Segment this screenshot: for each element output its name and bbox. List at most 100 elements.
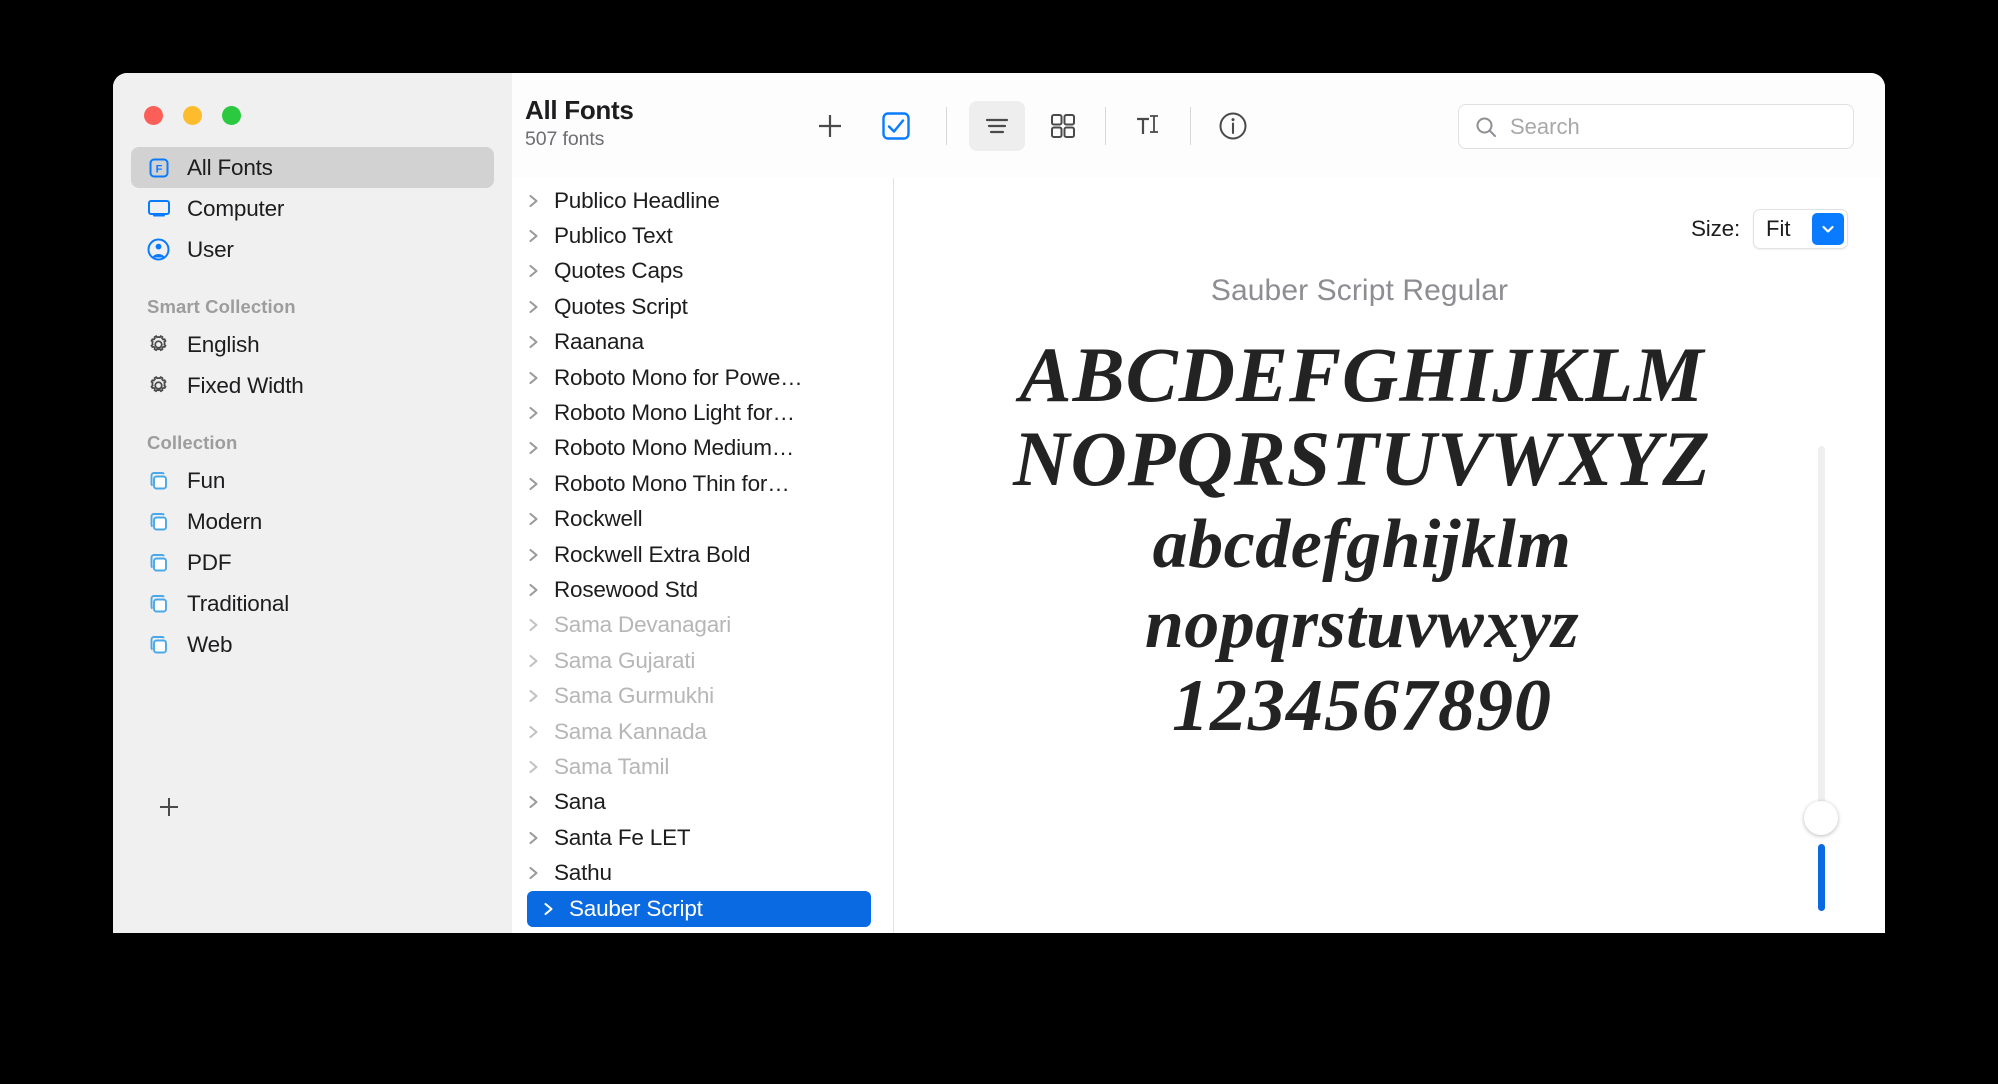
font-family-name: Rosewood Std	[554, 577, 698, 603]
font-list-row[interactable]: Sama Tamil	[512, 749, 893, 784]
sample-view-button[interactable]	[969, 101, 1025, 151]
validate-font-button[interactable]	[868, 101, 924, 151]
specimen-lowercase-line-1: abcdefghijklm	[894, 507, 1830, 583]
sidebar-item-pdf[interactable]: PDF	[131, 542, 494, 583]
collection-icon	[145, 549, 172, 576]
chevron-down-icon[interactable]	[1812, 213, 1844, 245]
plus-icon	[155, 793, 183, 821]
font-family-name: Roboto Mono Light for…	[554, 400, 795, 426]
size-control: Size: Fit	[1691, 209, 1848, 249]
font-list-row[interactable]: Roboto Mono Medium…	[512, 431, 893, 466]
custom-text-button[interactable]	[1120, 101, 1176, 151]
font-family-name: Publico Headline	[554, 188, 720, 214]
chevron-right-icon[interactable]	[527, 652, 541, 670]
sidebar-item-user[interactable]: User	[131, 229, 494, 270]
sidebar-item-computer[interactable]: Computer	[131, 188, 494, 229]
chevron-right-icon[interactable]	[527, 829, 541, 847]
size-dropdown[interactable]: Fit	[1753, 209, 1848, 249]
chevron-right-icon[interactable]	[527, 298, 541, 316]
main-area: All Fonts 507 fonts	[512, 73, 1885, 933]
sidebar-item-web[interactable]: Web	[131, 624, 494, 665]
chevron-right-icon[interactable]	[527, 510, 541, 528]
font-family-name: Sauber Script	[569, 896, 703, 922]
slider-knob[interactable]	[1804, 801, 1838, 835]
info-button[interactable]	[1205, 101, 1261, 151]
font-list-row[interactable]: Sama Devanagari	[512, 608, 893, 643]
font-list[interactable]: Publico Headline Publico Text Quotes Caps Q…	[512, 178, 894, 933]
sidebar-item-traditional[interactable]: Traditional	[131, 583, 494, 624]
font-family-name: Quotes Script	[554, 294, 688, 320]
chevron-right-icon[interactable]	[527, 439, 541, 457]
font-list-row[interactable]: Quotes Caps	[512, 254, 893, 289]
chevron-right-icon[interactable]	[527, 793, 541, 811]
smart-collection-header: Smart Collection	[131, 270, 494, 324]
font-list-row[interactable]: Rosewood Std	[512, 572, 893, 607]
font-list-row[interactable]: Sama Kannada	[512, 714, 893, 749]
chevron-right-icon[interactable]	[527, 369, 541, 387]
font-list-row[interactable]: Sama Gurmukhi	[512, 678, 893, 713]
font-family-name: Sana	[554, 789, 606, 815]
font-family-name: Sama Kannada	[554, 719, 707, 745]
font-list-row[interactable]: Raanana	[512, 325, 893, 360]
minimize-button[interactable]	[183, 106, 202, 125]
sidebar-label: All Fonts	[187, 155, 273, 181]
chevron-right-icon[interactable]	[527, 546, 541, 564]
collection-icon	[145, 590, 172, 617]
size-slider[interactable]	[1804, 446, 1838, 911]
font-list-row[interactable]: Sana	[512, 785, 893, 820]
font-list-row[interactable]: Sauber Script	[527, 891, 871, 927]
sidebar-label: Fun	[187, 468, 225, 494]
collection-icon	[145, 631, 172, 658]
chevron-right-icon[interactable]	[527, 192, 541, 210]
sidebar-item-all-fonts[interactable]: F All Fonts	[131, 147, 494, 188]
font-family-name: Rockwell	[554, 506, 642, 532]
checkbox-checked-icon	[881, 111, 911, 141]
font-book-icon: F	[145, 154, 172, 181]
chevron-right-icon[interactable]	[527, 333, 541, 351]
zoom-button[interactable]	[222, 106, 241, 125]
sidebar-item-english[interactable]: English	[131, 324, 494, 365]
font-list-row[interactable]: Rockwell	[512, 502, 893, 537]
chevron-right-icon[interactable]	[527, 616, 541, 634]
chevron-right-icon[interactable]	[527, 404, 541, 422]
slider-track-lower	[1818, 844, 1825, 911]
chevron-right-icon[interactable]	[527, 581, 541, 599]
font-family-name: Sathu	[554, 860, 612, 886]
collection-icon	[145, 467, 172, 494]
font-list-row[interactable]: Santa Fe LET	[512, 820, 893, 855]
chevron-right-icon[interactable]	[527, 227, 541, 245]
chevron-right-icon[interactable]	[527, 758, 541, 776]
font-list-row[interactable]: Publico Text	[512, 218, 893, 253]
user-icon	[145, 236, 172, 263]
search-field[interactable]	[1458, 104, 1854, 149]
chevron-right-icon[interactable]	[527, 475, 541, 493]
search-icon	[1474, 115, 1498, 139]
font-list-row[interactable]: Sama Gujarati	[512, 643, 893, 678]
font-family-name: Santa Fe LET	[554, 825, 690, 851]
chevron-right-icon[interactable]	[527, 864, 541, 882]
chevron-right-icon[interactable]	[542, 900, 556, 918]
font-list-row[interactable]: Publico Headline	[512, 183, 893, 218]
sidebar-item-fun[interactable]: Fun	[131, 460, 494, 501]
chevron-right-icon[interactable]	[527, 687, 541, 705]
chevron-right-icon[interactable]	[527, 723, 541, 741]
font-list-row[interactable]: Sathu	[512, 855, 893, 890]
grid-view-button[interactable]	[1035, 101, 1091, 151]
font-list-row[interactable]: Roboto Mono Light for…	[512, 395, 893, 430]
window-controls	[113, 73, 512, 125]
search-input[interactable]	[1510, 114, 1810, 140]
sidebar-item-modern[interactable]: Modern	[131, 501, 494, 542]
font-family-name: Quotes Caps	[554, 258, 683, 284]
font-list-row[interactable]: Quotes Script	[512, 289, 893, 324]
font-list-row[interactable]: Roboto Mono Thin for…	[512, 466, 893, 501]
font-list-row[interactable]: Roboto Mono for Powe…	[512, 360, 893, 395]
chevron-right-icon[interactable]	[527, 262, 541, 280]
size-label: Size:	[1691, 216, 1740, 242]
sidebar-item-fixed-width[interactable]: Fixed Width	[131, 365, 494, 406]
add-collection-button[interactable]	[153, 791, 185, 823]
add-font-button[interactable]	[802, 101, 858, 151]
close-button[interactable]	[144, 106, 163, 125]
font-list-row[interactable]: Rockwell Extra Bold	[512, 537, 893, 572]
svg-text:F: F	[155, 163, 162, 175]
size-value: Fit	[1766, 216, 1790, 242]
